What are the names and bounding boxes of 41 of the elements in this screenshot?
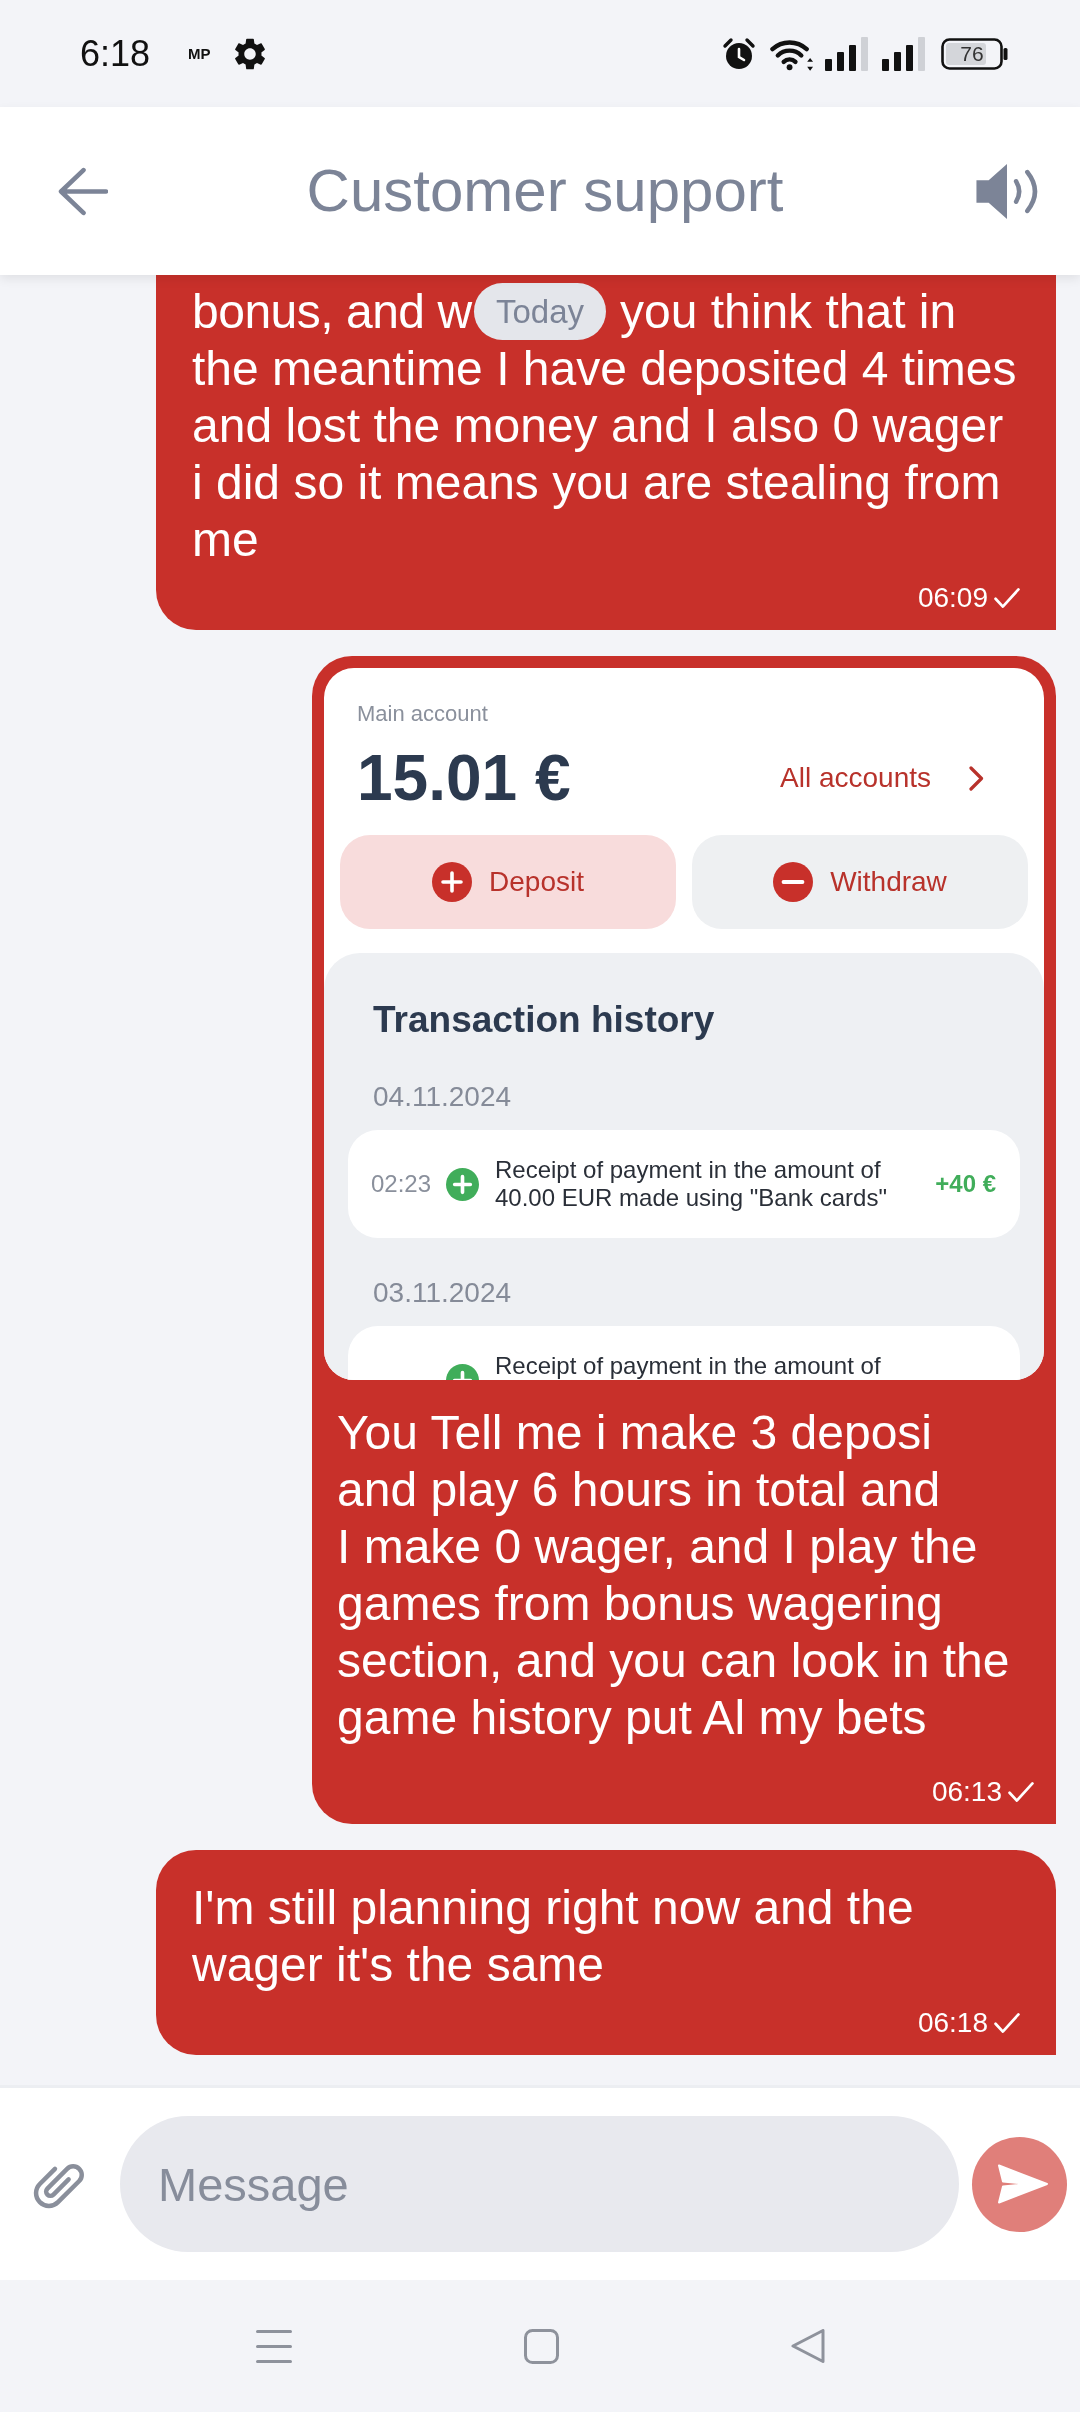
all-accounts-link[interactable]: All accounts <box>780 764 984 792</box>
menu-icon[interactable] <box>255 2329 292 2363</box>
date-label: Today <box>473 283 607 340</box>
message-time: 06:13 <box>931 1778 1002 1806</box>
date-heading: 03.11.2024 <box>373 1276 512 1310</box>
message-input[interactable]: Message <box>120 2116 959 2252</box>
status-time: 6:18 <box>80 35 151 72</box>
transaction-description: Receipt of payment in the amount of 40.00 EUR made using "Bank cards" <box>495 1156 888 1212</box>
back-arrow-icon <box>58 166 108 216</box>
message-text: the meantime I have deposited 4 times and lost the money and I also 0 wager i did so it means you are stealing from me <box>192 341 1018 568</box>
chevron-right-icon <box>969 765 984 791</box>
message-text: you think that in <box>620 284 957 340</box>
alarm-clock-icon <box>722 36 756 71</box>
back-icon[interactable] <box>790 2329 825 2363</box>
transaction-description: Receipt of payment in the amount of <box>495 1352 882 1380</box>
signal-icon <box>882 36 925 71</box>
date-heading: 04.11.2024 <box>373 1080 512 1114</box>
account-label: Main account <box>357 700 488 728</box>
transaction-amount: +40 € <box>935 1172 996 1196</box>
battery-percentage: 76 <box>959 42 985 65</box>
send-icon <box>997 2164 1048 2204</box>
plus-circle-icon <box>432 862 473 902</box>
battery-icon <box>941 37 1008 70</box>
deposit-button[interactable]: Deposit <box>340 835 676 929</box>
message-text: You Tell me i make 3 deposi and play 6 hours in total and I make 0 wager, and I play the games from bonus wagering section, and you can look in the game history put Al my bets <box>337 1405 1011 1746</box>
balance-amount: 15.01 € <box>357 746 571 810</box>
message-text: I'm still planning right now and the wager it's the same <box>192 1880 915 1993</box>
history-title: Transaction history <box>373 998 715 1042</box>
header-title: Customer support <box>305 161 785 221</box>
signal-icon <box>825 36 868 71</box>
settings-icon <box>234 37 265 70</box>
message-time: 06:09 <box>917 584 988 612</box>
speaker-icon <box>975 162 1039 220</box>
message-text: bonus, and w <box>192 284 471 340</box>
message-time: 06:18 <box>917 2009 988 2037</box>
withdraw-button[interactable]: Withdraw <box>692 835 1028 929</box>
square-icon[interactable] <box>523 2328 559 2364</box>
plus-circle-icon <box>446 1167 479 1201</box>
transaction-time: 02:23 <box>371 1172 431 1196</box>
minus-circle-icon <box>773 862 814 902</box>
carrier-label: MP <box>188 46 211 61</box>
